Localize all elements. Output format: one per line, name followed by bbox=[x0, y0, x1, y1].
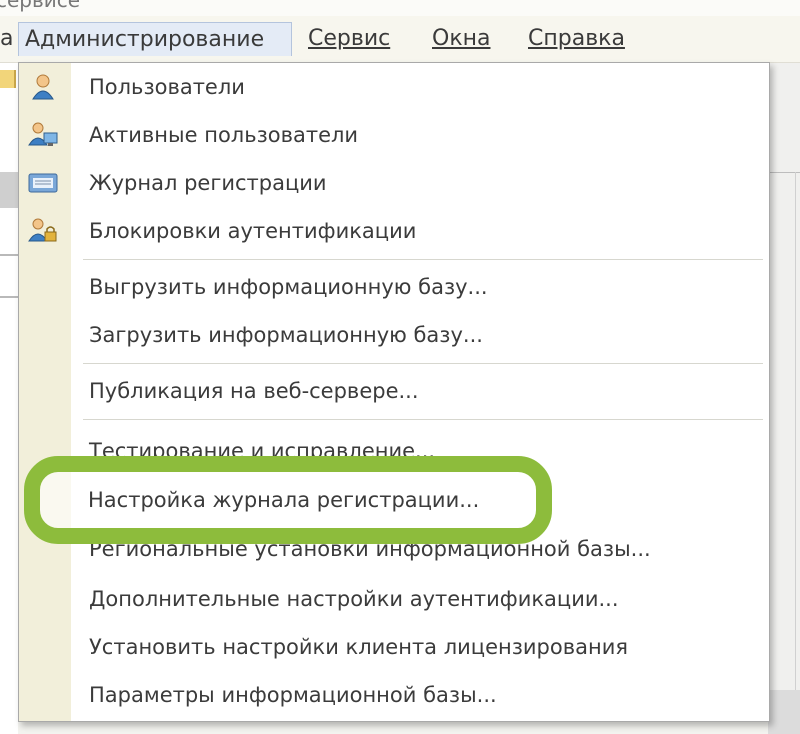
background-divider bbox=[0, 296, 18, 298]
menu-separator bbox=[83, 419, 763, 420]
menu-item-label: Пользователи bbox=[89, 75, 245, 99]
menu-item-export-infobase[interactable]: Выгрузить информационную базу... bbox=[19, 263, 769, 311]
active-users-icon bbox=[27, 121, 59, 149]
event-log-icon bbox=[27, 169, 59, 197]
administration-dropdown-menu: Пользователи Активные пользователи Журна… bbox=[18, 62, 770, 722]
menu-item-infobase-parameters[interactable]: Параметры информационной базы... bbox=[19, 671, 769, 719]
background-selected-row bbox=[0, 172, 18, 208]
menu-item-service[interactable]: Сервис bbox=[302, 22, 396, 56]
menu-item-label: Загрузить информационную базу... bbox=[89, 323, 483, 347]
menu-item-label: Дополнительные настройки аутентификации.… bbox=[89, 587, 619, 611]
menubar: а Администрирование Сервис Окна Справка bbox=[0, 16, 800, 63]
menu-item-auth-locks[interactable]: Блокировки аутентификации bbox=[19, 207, 769, 255]
menu-separator bbox=[83, 259, 763, 260]
menu-item-event-log[interactable]: Журнал регистрации bbox=[19, 159, 769, 207]
menu-item-label: Публикация на веб-сервере... bbox=[89, 379, 419, 403]
menu-item-label: Активные пользователи bbox=[89, 123, 359, 147]
menu-item-licensing-client-settings[interactable]: Установить настройки клиента лицензирова… bbox=[19, 623, 769, 671]
menu-item-event-log-settings[interactable]: Настройка журнала регистрации... bbox=[88, 476, 479, 524]
menu-item-web-publish[interactable]: Публикация на веб-сервере... bbox=[19, 367, 769, 415]
menu-item-active-users[interactable]: Активные пользователи bbox=[19, 111, 769, 159]
user-lock-icon bbox=[27, 217, 59, 245]
menu-item-users[interactable]: Пользователи bbox=[19, 63, 769, 111]
menu-item-help[interactable]: Справка bbox=[522, 22, 631, 56]
background-panel-footer bbox=[768, 690, 800, 734]
menu-item-label: Параметры информационной базы... bbox=[89, 683, 497, 707]
folder-icon bbox=[0, 70, 16, 88]
menu-item-administration[interactable]: Администрирование bbox=[18, 22, 292, 56]
menu-item-help-label: Справка bbox=[528, 26, 625, 51]
menu-item-label: Блокировки аутентификации bbox=[89, 219, 417, 243]
menu-item-additional-auth-settings[interactable]: Дополнительные настройки аутентификации.… bbox=[19, 575, 769, 623]
menu-item-label: Установить настройки клиента лицензирова… bbox=[89, 635, 628, 659]
menu-item-test-repair[interactable]: Тестирование и исправление... bbox=[19, 421, 769, 457]
window-titlebar: сервисе bbox=[0, 0, 800, 16]
background-divider bbox=[795, 172, 796, 734]
menu-item-service-label: Сервис bbox=[308, 26, 391, 51]
menu-item-import-infobase[interactable]: Загрузить информационную базу... bbox=[19, 311, 769, 359]
menu-item-windows-label: Окна bbox=[432, 26, 491, 51]
menu-item-label: Тестирование и исправление... bbox=[89, 439, 436, 457]
menu-item-windows[interactable]: Окна bbox=[426, 22, 496, 56]
menu-item-previous[interactable]: а bbox=[0, 22, 19, 56]
background-panel-left bbox=[0, 63, 18, 734]
window-title: сервисе bbox=[0, 0, 81, 12]
menu-item-label: Журнал регистрации bbox=[89, 171, 327, 195]
user-icon bbox=[27, 73, 59, 101]
menu-separator bbox=[83, 363, 763, 364]
background-divider bbox=[0, 254, 18, 256]
menu-item-label: Выгрузить информационную базу... bbox=[89, 275, 488, 299]
